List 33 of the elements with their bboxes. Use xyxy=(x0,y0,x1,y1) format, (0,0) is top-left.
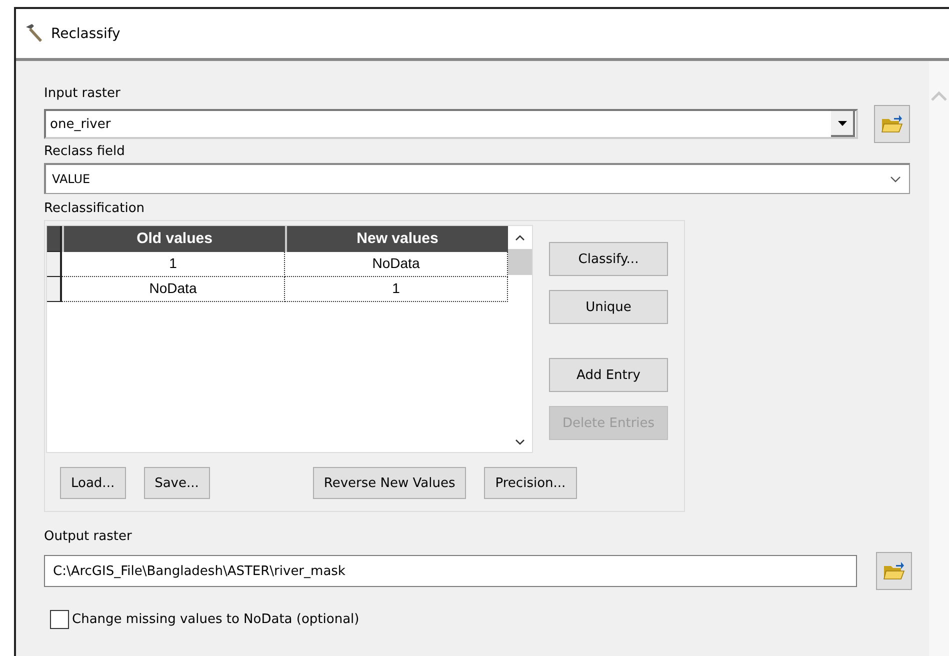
folder-icon xyxy=(883,561,905,581)
scroll-thumb[interactable] xyxy=(508,249,532,275)
action-button[interactable]: Reverse New Values xyxy=(312,467,466,499)
scroll-down-icon[interactable] xyxy=(515,439,525,446)
action-button[interactable]: Save... xyxy=(144,467,210,499)
row-header[interactable] xyxy=(47,277,62,302)
row-header[interactable] xyxy=(47,252,62,277)
dropdown-arrow-icon xyxy=(838,120,846,126)
action-button[interactable]: Load... xyxy=(60,467,126,499)
column-header: Old values xyxy=(62,226,285,252)
window-title: Reclassify xyxy=(51,26,120,42)
browse-button[interactable] xyxy=(874,105,910,143)
checkbox[interactable] xyxy=(50,610,69,629)
table-cell[interactable]: 1 xyxy=(62,252,285,277)
scroll-up-icon[interactable] xyxy=(515,234,525,241)
header-corner xyxy=(47,226,62,252)
table-cell[interactable]: NoData xyxy=(62,277,285,302)
action-button[interactable]: Add Entry xyxy=(549,358,668,392)
output-raster-field[interactable]: C:\ArcGIS_File\Bangladesh\ASTER\river_mask xyxy=(44,555,857,587)
action-button[interactable]: Unique xyxy=(549,290,668,324)
checkbox-label: Change missing values to NoData (optional) xyxy=(72,612,360,627)
section-label: Reclassification xyxy=(44,200,146,218)
action-button[interactable]: Precision... xyxy=(484,467,577,499)
action-button[interactable]: Classify... xyxy=(549,242,668,276)
reclass-field-dropdown[interactable]: VALUE xyxy=(44,163,910,194)
field-label: Output raster xyxy=(44,528,133,546)
browse-button[interactable] xyxy=(876,552,912,590)
vertical-scrollbar[interactable] xyxy=(929,61,949,656)
input-raster-dropdown[interactable]: one_river xyxy=(44,109,858,139)
folder-icon xyxy=(881,114,903,134)
field-label: Input raster xyxy=(44,85,122,103)
field-label: Reclass field xyxy=(44,143,126,161)
chevron-down-icon xyxy=(890,176,901,182)
